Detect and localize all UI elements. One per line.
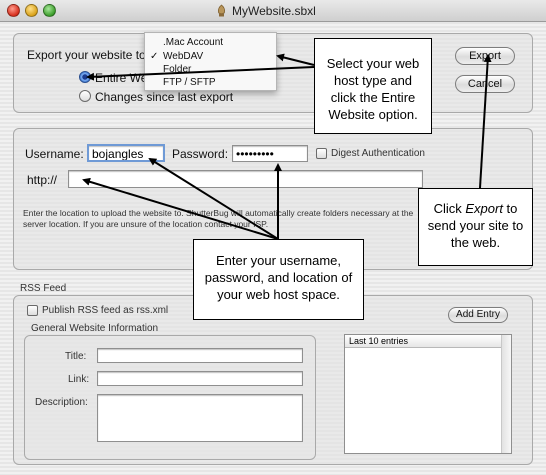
- menu-item-mac-account[interactable]: .Mac Account: [163, 37, 223, 48]
- menu-item-folder[interactable]: Folder: [163, 64, 191, 75]
- export-callout-em: Export: [465, 201, 503, 216]
- entire-website-radio[interactable]: [79, 71, 91, 83]
- export-callout: Click Export to send your site to the we…: [418, 188, 533, 266]
- publish-rss-checkbox[interactable]: [27, 305, 38, 316]
- link-field[interactable]: [97, 371, 303, 386]
- publish-rss-label: Publish RSS feed as rss.xml: [42, 305, 169, 316]
- title-field[interactable]: [97, 348, 303, 363]
- app-window: MyWebsite.sbxl Export your website to En…: [0, 0, 546, 475]
- description-field[interactable]: [97, 394, 303, 442]
- menu-item-ftp-sftp[interactable]: FTP / SFTP: [163, 77, 216, 88]
- list-scrollbar[interactable]: [501, 335, 511, 453]
- title-bar: MyWebsite.sbxl: [0, 0, 546, 22]
- checkmark-icon: ✓: [150, 51, 159, 62]
- credentials-callout: Enter your username, password, and locat…: [193, 239, 364, 320]
- description-label: Description:: [35, 397, 88, 408]
- export-button[interactable]: Export: [455, 47, 515, 65]
- username-field[interactable]: bojangles: [87, 144, 165, 162]
- changes-since-export-label: Changes since last export: [95, 90, 234, 104]
- rss-section-label: RSS Feed: [20, 283, 67, 294]
- minimize-window-icon[interactable]: [25, 4, 38, 17]
- upload-help-text: Enter the location to upload the website…: [23, 208, 414, 229]
- last-entries-list[interactable]: Last 10 entries: [344, 334, 512, 454]
- web-host-callout: Select your web host type and click the …: [314, 38, 432, 134]
- server-location-field[interactable]: [68, 170, 423, 188]
- general-info-label: General Website Information: [31, 323, 159, 334]
- username-label: Username:: [25, 147, 84, 161]
- digest-auth-checkbox[interactable]: [316, 148, 327, 159]
- cancel-button[interactable]: Cancel: [455, 75, 515, 93]
- digest-auth-label: Digest Authentication: [331, 148, 425, 159]
- host-type-menu[interactable]: .Mac Account ✓ WebDAV Folder FTP / SFTP: [144, 32, 277, 91]
- zoom-window-icon[interactable]: [43, 4, 56, 17]
- menu-item-webdav[interactable]: WebDAV: [163, 51, 203, 62]
- add-entry-button[interactable]: Add Entry: [448, 307, 508, 323]
- list-header-label: Last 10 entries: [349, 336, 409, 346]
- password-label: Password:: [172, 147, 229, 161]
- export-callout-pre: Click: [433, 201, 466, 216]
- title-label: Title:: [65, 351, 87, 362]
- entire-website-label: Entire We: [95, 71, 148, 85]
- document-icon: [217, 4, 226, 17]
- list-header: Last 10 entries: [345, 335, 511, 348]
- changes-since-export-radio[interactable]: [79, 90, 91, 102]
- export-prompt-label: Export your website to: [27, 48, 146, 62]
- password-field[interactable]: •••••••••: [232, 145, 308, 162]
- link-label: Link:: [68, 374, 90, 385]
- http-label: http://: [27, 173, 58, 187]
- close-window-icon[interactable]: [7, 4, 20, 17]
- window-title: MyWebsite.sbxl: [232, 4, 316, 18]
